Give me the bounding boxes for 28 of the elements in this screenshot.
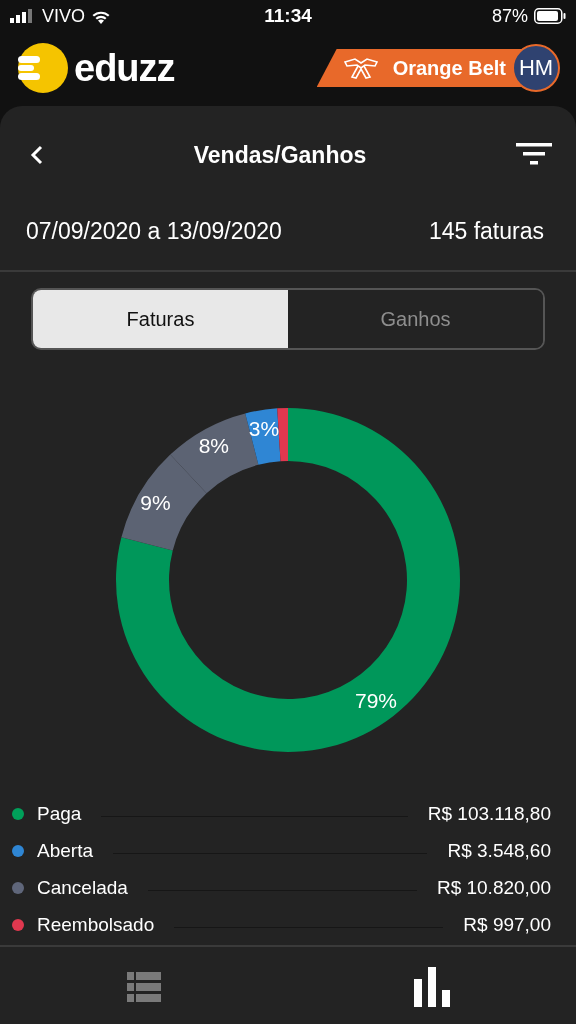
battery-percent: 87% — [491, 5, 528, 27]
belt-icon — [342, 56, 379, 80]
battery-icon — [534, 8, 566, 24]
percent-label: 79% — [355, 689, 397, 712]
carrier-name: VIVO — [42, 5, 85, 27]
bar-chart-icon[interactable] — [414, 967, 450, 1007]
legend-amount: R$ 103.118,80 — [427, 802, 551, 825]
clock-time: 11:34 — [264, 5, 312, 27]
filter-icon[interactable] — [516, 143, 552, 167]
legend-label: Aberta — [37, 839, 93, 862]
legend-label: Cancelada — [37, 876, 128, 899]
invoice-count: 145 faturas — [428, 218, 544, 246]
percent-label: 9% — [140, 490, 171, 514]
user-avatar[interactable]: HM — [512, 44, 560, 92]
back-icon[interactable] — [30, 144, 44, 166]
legend-label: Reembolsado — [37, 913, 155, 936]
logo-text: eduzz — [74, 46, 175, 90]
legend-amount: R$ 3.548,60 — [447, 839, 551, 862]
list-icon[interactable] — [127, 972, 161, 1002]
page-title: Vendas/Ganhos — [193, 141, 367, 169]
percent-label: 3% — [248, 416, 280, 440]
legend-amount: R$ 997,00 — [463, 913, 551, 936]
legend-label: Paga — [37, 802, 82, 825]
tab[interactable]: Faturas — [33, 290, 288, 348]
legend-amount: R$ 10.820,00 — [436, 876, 551, 899]
logo-icon — [18, 43, 68, 93]
percent-label: 8% — [198, 434, 229, 458]
date-range: 07/09/2020 a 13/09/2020 — [26, 218, 282, 246]
